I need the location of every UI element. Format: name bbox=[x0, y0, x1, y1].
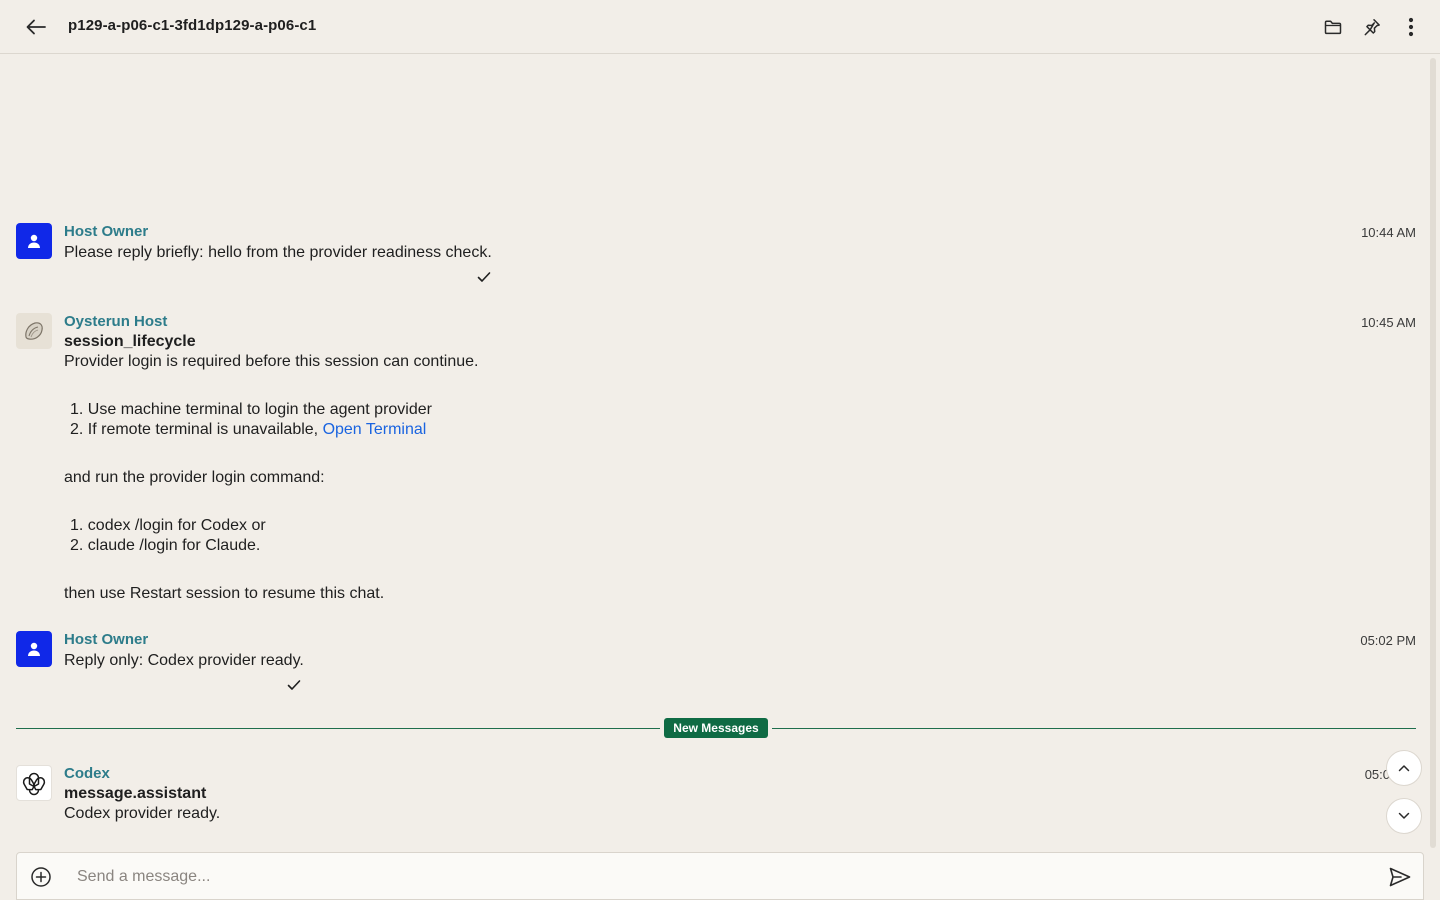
sender-name: Host Owner bbox=[64, 631, 149, 648]
message-item: Host Owner 10:44 AM Please reply briefly… bbox=[16, 223, 1416, 293]
sender-name: Codex bbox=[64, 765, 110, 782]
message-text: and run the provider login command: bbox=[64, 469, 325, 486]
send-button[interactable] bbox=[1387, 864, 1413, 890]
chat-title: p129-a-p06-c1-3fd1dp129-a-p06-c1 bbox=[68, 17, 317, 34]
message-heading: session_lifecycle bbox=[64, 333, 196, 350]
chevron-up-icon bbox=[1398, 765, 1410, 772]
sender-name: Host Owner bbox=[64, 223, 149, 240]
back-button[interactable] bbox=[22, 14, 50, 40]
pin-button[interactable] bbox=[1359, 14, 1385, 40]
plus-circle-icon bbox=[31, 867, 51, 887]
message-time: 10:44 AM bbox=[1361, 225, 1416, 240]
divider-line bbox=[16, 728, 660, 729]
message-time: 10:45 AM bbox=[1361, 315, 1416, 330]
message-text: Codex provider ready. bbox=[64, 805, 221, 822]
more-vertical-icon bbox=[1408, 17, 1414, 37]
message-composer bbox=[16, 852, 1424, 900]
list-item: 1. Use machine terminal to login the age… bbox=[70, 401, 432, 418]
message-text: Reply only: Codex provider ready. bbox=[64, 652, 304, 669]
message-input[interactable] bbox=[77, 863, 1357, 891]
chevron-down-icon bbox=[1398, 812, 1410, 819]
openai-icon bbox=[22, 772, 46, 796]
message-time: 05:02 PM bbox=[1360, 633, 1416, 648]
message-text: then use Restart session to resume this … bbox=[64, 585, 385, 602]
user-icon bbox=[28, 234, 40, 248]
back-arrow-icon bbox=[26, 19, 46, 35]
new-messages-badge: New Messages bbox=[664, 718, 768, 738]
list-item-text: 2. If remote terminal is unavailable, bbox=[70, 421, 323, 438]
user-icon bbox=[28, 642, 40, 656]
message-item: Oysterun Host 10:45 AM session_lifecycle… bbox=[16, 313, 1416, 613]
send-icon bbox=[1389, 867, 1411, 887]
avatar bbox=[16, 631, 52, 667]
chat-header: p129-a-p06-c1-3fd1dp129-a-p06-c1 bbox=[0, 0, 1440, 54]
list-item: 2. claude /login for Claude. bbox=[70, 537, 261, 554]
more-options-button[interactable] bbox=[1398, 14, 1424, 40]
attach-button[interactable] bbox=[29, 865, 53, 889]
divider-line bbox=[772, 728, 1416, 729]
check-icon bbox=[287, 680, 301, 690]
folder-icon bbox=[1324, 20, 1342, 35]
open-terminal-link[interactable]: Open Terminal bbox=[323, 421, 427, 438]
message-item: Host Owner 05:02 PM Reply only: Codex pr… bbox=[16, 631, 1416, 701]
scroll-up-button[interactable] bbox=[1386, 750, 1422, 786]
sender-name: Oysterun Host bbox=[64, 313, 168, 330]
list-item: 2. If remote terminal is unavailable, Op… bbox=[70, 420, 426, 440]
avatar bbox=[16, 223, 52, 259]
avatar bbox=[16, 313, 52, 349]
message-heading: message.assistant bbox=[64, 785, 207, 802]
pin-icon bbox=[1364, 19, 1380, 36]
avatar bbox=[16, 765, 52, 801]
list-item: 1. codex /login for Codex or bbox=[70, 517, 266, 534]
check-icon bbox=[477, 272, 491, 282]
scrollbar[interactable] bbox=[1430, 58, 1436, 848]
folder-button[interactable] bbox=[1320, 14, 1346, 40]
oyster-icon bbox=[25, 322, 43, 340]
scroll-down-button[interactable] bbox=[1386, 798, 1422, 834]
message-text: Please reply briefly: hello from the pro… bbox=[64, 244, 492, 261]
message-text: Provider login is required before this s… bbox=[64, 353, 479, 370]
message-item: Codex 05:0 message.assistant Codex provi… bbox=[16, 765, 1416, 835]
